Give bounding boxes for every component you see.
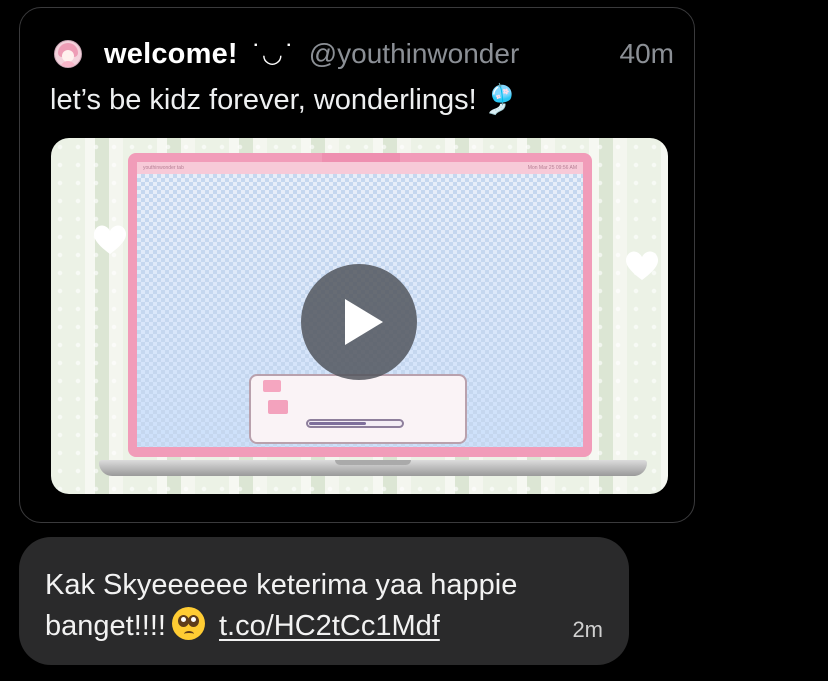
heart-icon <box>93 225 127 254</box>
tweet-timestamp: 40m <box>619 38 674 69</box>
message-line-1: Kak Skyeeeeee keterima yaa happie <box>45 569 518 601</box>
folder-icon <box>268 400 288 414</box>
quoted-tweet-card[interactable]: welcome! ˙◡˙ @youthinwonder 40m let’s be… <box>19 7 695 523</box>
mock-menubar-app: youthinwonder tab <box>143 165 184 171</box>
mock-menubar-clock: Mon Mar 25 09:56 AM <box>527 165 577 171</box>
tweet-text: let’s be kidz forever, wonderlings! 🎐 <box>50 82 519 117</box>
display-name[interactable]: welcome! <box>104 38 238 71</box>
user-handle[interactable]: @youthinwonder <box>309 38 520 70</box>
mock-menubar: youthinwonder tab Mon Mar 25 09:56 AM <box>137 162 583 174</box>
quoted-tweet-header: welcome! ˙◡˙ @youthinwonder 40m <box>54 36 674 72</box>
mock-loading-dialog <box>249 374 467 444</box>
tweet-text-body: let’s be kidz forever, wonderlings! <box>50 84 477 116</box>
video-thumbnail[interactable]: youthinwonder tab Mon Mar 25 09:56 AM <box>51 138 668 494</box>
pleading-face-icon <box>171 607 205 640</box>
play-button[interactable] <box>301 264 417 380</box>
mock-progress-bar <box>306 419 404 428</box>
message-line-2: banget!!!! <box>45 610 166 642</box>
message-bubble[interactable]: Kak Skyeeeeee keterima yaa happie banget… <box>19 537 629 665</box>
message-link[interactable]: t.co/HC2tCc1Mdf <box>219 610 440 642</box>
message-text: Kak Skyeeeeee keterima yaa happie banget… <box>45 565 517 647</box>
folder-icon <box>263 380 281 392</box>
message-timestamp: 2m <box>572 617 603 642</box>
play-icon <box>345 299 383 345</box>
mock-progress-fill <box>309 422 366 425</box>
laptop-base <box>99 460 647 476</box>
wind-chime-icon: 🎐 <box>482 82 519 116</box>
avatar[interactable] <box>54 40 82 68</box>
display-name-kaomoji: ˙◡˙ <box>249 40 295 68</box>
heart-icon <box>625 251 659 280</box>
